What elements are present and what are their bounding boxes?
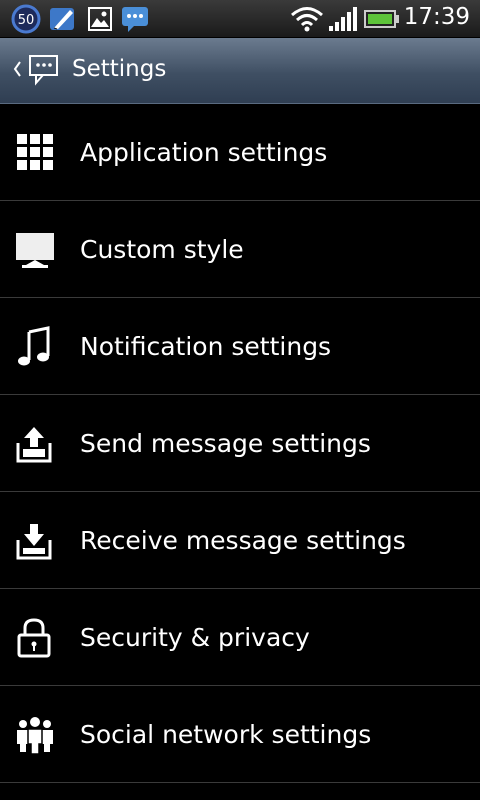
menu-item-label: Send message settings (80, 429, 371, 458)
clock: 17:39 (403, 4, 470, 30)
title-bar[interactable]: Settings (0, 38, 480, 104)
back-chevron-icon[interactable] (12, 60, 22, 78)
wifi-icon (291, 7, 323, 32)
badge-50-icon: 50 (11, 4, 41, 34)
menu-item-application-settings[interactable]: Application settings (0, 104, 480, 201)
menu-item-label: Security & privacy (80, 623, 310, 652)
menu-item-label: Application settings (80, 138, 328, 167)
people-icon (17, 717, 53, 755)
badge-count: 50 (18, 13, 35, 28)
outbox-icon (16, 427, 52, 463)
feather-icon (50, 8, 74, 30)
menu-item-label: Social network settings (80, 720, 372, 749)
messaging-app-icon (29, 55, 58, 86)
menu-item-label: Notification settings (80, 332, 332, 361)
menu-item-notification-settings[interactable]: Notification settings (0, 298, 480, 395)
lock-icon (17, 618, 51, 658)
menu-item-label: Custom style (80, 235, 244, 264)
menu-item-receive-message-settings[interactable]: Receive message settings (0, 492, 480, 589)
page-title: Settings (72, 56, 167, 82)
menu-item-security-privacy[interactable]: Security & privacy (0, 589, 480, 686)
message-notification-icon (122, 7, 148, 32)
menu-item-custom-style[interactable]: Custom style (0, 201, 480, 298)
status-bar: 50 17:39 (0, 0, 480, 38)
signal-icon (329, 7, 357, 31)
battery-icon (364, 10, 399, 28)
image-icon (88, 7, 112, 31)
menu-item-social-network-settings[interactable]: Social network settings (0, 686, 480, 783)
menu-item-label: Receive message settings (80, 526, 406, 555)
monitor-icon (16, 233, 54, 268)
music-note-icon (18, 326, 50, 366)
menu-item-send-message-settings[interactable]: Send message settings (0, 395, 480, 492)
grid-icon (17, 134, 53, 170)
inbox-icon (16, 524, 52, 560)
settings-list: Application settings Custom style Notifi… (0, 104, 480, 783)
